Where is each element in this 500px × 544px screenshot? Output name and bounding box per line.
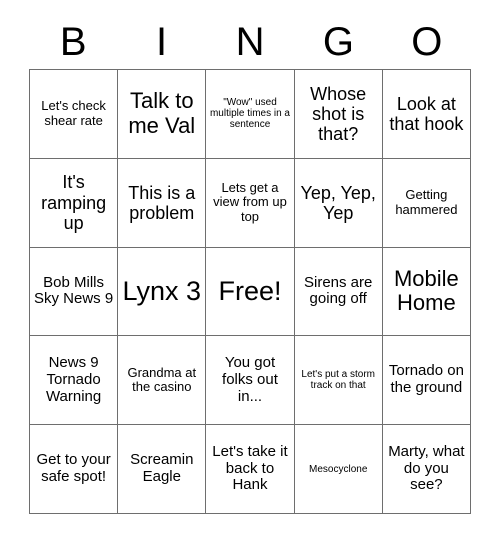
bingo-cell[interactable]: Sirens are going off <box>294 247 383 337</box>
bingo-cell-label: Get to your safe spot! <box>36 451 111 486</box>
bingo-cell-label: Sirens are going off <box>304 273 373 308</box>
bingo-cell-label: Marty, what do you see? <box>388 442 465 494</box>
bingo-cell[interactable]: Get to your safe spot! <box>30 425 119 514</box>
bingo-cell[interactable]: It's ramping up <box>30 158 119 248</box>
bingo-cell-label: Tornado on the ground <box>388 362 464 397</box>
bingo-cell-label: This is a problem <box>128 182 196 223</box>
bingo-cell-label: Mobile Home <box>393 265 459 316</box>
header-letter-n: N <box>235 19 265 64</box>
bingo-cell-label: It's ramping up <box>41 172 107 233</box>
bingo-cell[interactable]: Yep, Yep, Yep <box>294 158 383 248</box>
bingo-cell[interactable]: Lets get a view from up top <box>206 158 295 248</box>
bingo-cell[interactable]: Let's take it back to Hank <box>206 425 295 514</box>
bingo-cell-label: Free! <box>218 276 282 307</box>
bingo-cell[interactable]: Let's put a storm track on that <box>294 336 383 426</box>
bingo-cell[interactable]: Talk to me Val <box>118 70 207 159</box>
bingo-cell[interactable]: Bob Mills Sky News 9 <box>30 247 119 337</box>
bingo-cell-label: Screamin Eagle <box>130 451 194 486</box>
header-letter-g: G <box>322 19 354 64</box>
bingo-cell[interactable]: News 9 Tornado Warning <box>30 336 119 426</box>
bingo-cell-label: Talk to me Val <box>128 88 196 138</box>
bingo-cell[interactable]: Tornado on the ground <box>382 336 471 426</box>
bingo-cell-free[interactable]: Free! <box>206 247 295 337</box>
bingo-cell-label: Let's take it back to Hank <box>212 442 288 494</box>
bingo-grid: Let's check shear rate Talk to me Val "Wow… <box>29 69 471 514</box>
bingo-header-row: B I N G O <box>29 14 471 69</box>
bingo-cell[interactable]: You got folks out in... <box>206 336 295 426</box>
bingo-cell[interactable]: Marty, what do you see? <box>382 425 471 514</box>
bingo-cell-label: Bob Mills Sky News 9 <box>33 273 114 308</box>
bingo-cell-label: "Wow" used multiple times in a sentence <box>209 97 290 131</box>
bingo-cell-label: News 9 Tornado Warning <box>45 354 102 405</box>
bingo-cell-label: Lets get a view from up top <box>213 179 287 224</box>
bingo-cell-label: Yep, Yep, Yep <box>300 182 376 223</box>
bingo-cell[interactable]: Mobile Home <box>382 247 471 337</box>
bingo-cell-label: Lynx 3 <box>122 276 202 307</box>
bingo-cell-label: Whose shot is that? <box>310 83 367 144</box>
bingo-cell[interactable]: "Wow" used multiple times in a sentence <box>206 70 295 159</box>
header-letter-o: O <box>411 19 443 64</box>
header-letter-i: I <box>156 19 168 64</box>
bingo-cell[interactable]: Let's check shear rate <box>30 70 119 159</box>
bingo-cell[interactable]: Whose shot is that? <box>294 70 383 159</box>
bingo-cell-label: Grandma at the casino <box>127 364 197 395</box>
bingo-cell[interactable]: This is a problem <box>118 158 207 248</box>
bingo-cell-label: Let's check shear rate <box>41 98 106 128</box>
header-letter-b: B <box>59 19 87 64</box>
bingo-cell[interactable]: Grandma at the casino <box>118 336 207 426</box>
bingo-cell[interactable]: Getting hammered <box>382 158 471 248</box>
bingo-cell-label: Look at that hook <box>389 93 464 134</box>
bingo-cell-label: Let's put a storm track on that <box>301 369 375 392</box>
bingo-cell-label: Mesocyclone <box>309 463 368 475</box>
bingo-cell[interactable]: Screamin Eagle <box>118 425 207 514</box>
bingo-cell[interactable]: Lynx 3 <box>118 247 207 337</box>
bingo-cell-label: Getting hammered <box>395 187 458 217</box>
bingo-cell[interactable]: Mesocyclone <box>294 425 383 514</box>
bingo-card: B I N G O Let's check shear rate Talk to … <box>0 0 500 544</box>
bingo-cell-label: You got folks out in... <box>222 354 278 405</box>
bingo-cell[interactable]: Look at that hook <box>382 70 471 159</box>
